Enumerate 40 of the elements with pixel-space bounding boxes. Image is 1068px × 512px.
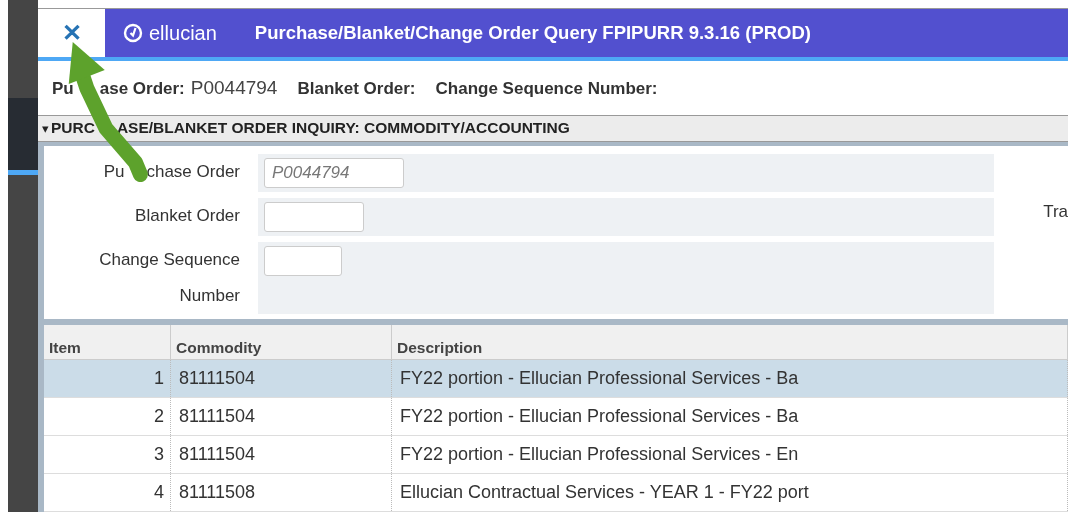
table-cell: 4 [44, 474, 171, 511]
column-header[interactable]: Commodity [171, 325, 392, 359]
field-label: Blanket Order [135, 205, 240, 227]
section-title: PURC [51, 119, 95, 138]
window-title: Purchase/Blanket/Change Order Query FPIPURR 9.3.16 (PROD) [254, 22, 812, 44]
column-header[interactable]: Description [392, 325, 1068, 359]
column-header[interactable]: Item [44, 325, 171, 359]
table-row[interactable]: 2 81111504 FY22 portion - Ellucian Professional Services - Ba [44, 398, 1068, 436]
caret-icon: ▾ [42, 120, 49, 136]
field-label: Tra [1043, 202, 1068, 222]
key-value: P0044794 [190, 77, 278, 100]
brand-name: ellucian [149, 21, 217, 45]
input-field[interactable]: P0044794 [264, 158, 404, 188]
table-cell: Ellucian Contractual Services - YEAR 1 - FY22 port [392, 474, 1068, 511]
key-label: Pu [52, 79, 74, 100]
table-row[interactable]: 4 81111508 Ellucian Contractual Services - YEAR 1 - FY22 port [44, 474, 1068, 512]
key-label: Blanket Order: [297, 79, 416, 100]
input-field[interactable] [264, 246, 342, 276]
table-cell: FY22 portion - Ellucian Professional Services - Ba [392, 360, 1068, 397]
table-row[interactable]: 1 81111504 FY22 portion - Ellucian Professional Services - Ba [44, 360, 1068, 398]
table-cell: 1 [44, 360, 171, 397]
section-title: ASE/BLANKET ORDER INQUIRY: COMMODITY/ACCOUNTING [116, 119, 570, 138]
table-cell: 81111504 [171, 398, 392, 435]
table-cell: 2 [44, 398, 171, 435]
input-field[interactable] [264, 202, 364, 232]
field-label: Change Sequence Number [98, 249, 240, 307]
logo-icon [123, 23, 143, 43]
table-cell: 81111504 [171, 360, 392, 397]
table-cell: 3 [44, 436, 171, 473]
key-label: Change Sequence Number: [435, 79, 658, 100]
table-cell: 81111504 [171, 436, 392, 473]
table-row[interactable]: 3 81111504 FY22 portion - Ellucian Professional Services - En [44, 436, 1068, 474]
table-cell: FY22 portion - Ellucian Professional Services - Ba [392, 398, 1068, 435]
close-button[interactable]: ✕ [38, 9, 105, 57]
table-cell: 81111508 [171, 474, 392, 511]
field-label: chase Order [146, 161, 240, 183]
section-header[interactable]: ▾PURC ASE/BLANKET ORDER INQUIRY: COMMODITY/ACCOUNTING [38, 114, 1068, 142]
key-label: ase Order: [99, 79, 185, 100]
table-cell: FY22 portion - Ellucian Professional Services - En [392, 436, 1068, 473]
field-label: Pu [103, 161, 125, 183]
